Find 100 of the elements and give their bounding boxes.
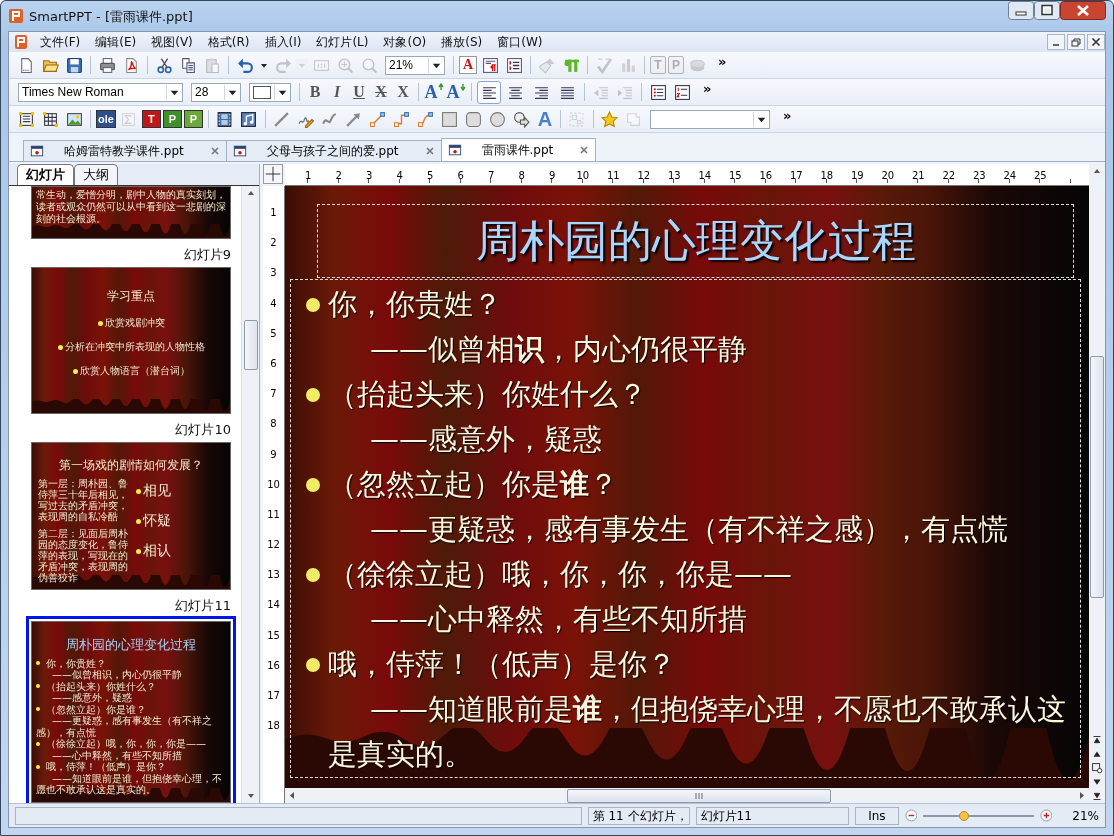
grow-font-button[interactable]: A [424,82,444,102]
slide-thumbnail[interactable]: 常生动，爱憎分明，剧中人物的真实刻划，读者或观众仍然可以从中看到这一悲剧的深刻的社会根源。 [31,186,231,240]
table-icon[interactable] [41,110,59,128]
underline-button[interactable]: U [349,82,369,102]
slide-thumbnail[interactable]: 学习重点 欣赏戏剧冲突 分析在冲突中所表现的人物性格 欣赏人物语言（潜台词） [31,267,231,415]
font-color-button[interactable]: A [459,56,477,74]
ellipse-icon[interactable] [489,110,507,128]
menu-item[interactable]: 文件(F) [35,32,86,52]
slide-canvas[interactable]: 周朴园的心理变化过程 你，你贵姓？ ——似曾相识，内心仍很平静 （抬起头来）你姓什么？ ——感意外，疑惑 （忽然立起）你是谁？ ——更疑惑，感有事发生（有不祥之感），有点慌 （徐徐立起）哦，你，你，你是—— ——心中释然，有些不知所措 哦，侍萍！（低声）是你？ ——知道眼前是谁，但抱侥幸心理，不愿也不敢承认这是真实的。 [285,186,1089,788]
ruler-number: 16 [267,658,280,673]
strikethrough-button[interactable]: X [371,82,391,102]
zoom-slider-thumb[interactable] [959,810,970,821]
shapes-icon[interactable] [513,110,531,128]
close-icon[interactable] [424,146,435,156]
scrollbar-thumb[interactable] [567,788,831,803]
slide-title: 第一场戏的剧情如何发展？ [59,457,203,475]
menu-item[interactable]: 格式(R) [202,32,255,52]
save-icon[interactable] [65,56,83,74]
ruler-number: 4 [395,168,404,181]
scrollbar-thumb[interactable] [1090,356,1104,598]
close-button[interactable] [1087,34,1105,50]
font-size-field[interactable]: 28 [191,82,241,102]
printer-icon[interactable] [98,56,116,74]
menu-item[interactable]: 编辑(E) [90,32,142,52]
music-note-icon[interactable] [240,110,258,128]
document-tab[interactable]: 哈姆雷特教学课件.ppt [23,140,227,161]
connector-icon[interactable] [369,110,387,128]
panel-tab[interactable]: 大纲 [74,164,118,185]
close-icon[interactable] [579,145,590,155]
menu-item[interactable]: 插入(I) [259,32,307,52]
paragraph-icon[interactable] [481,56,499,74]
outline-list-icon[interactable] [505,56,523,74]
bullet-dot [57,344,63,350]
fill-color-picker[interactable] [249,82,291,102]
document-tab[interactable]: 父母与孩子之间的爱.ppt [225,140,442,161]
ruler-number: 25 [1032,168,1048,181]
more-tools-button[interactable]: » [718,53,727,69]
slide-bullet: 哦，侍萍！（低声）是你？ [328,646,676,683]
bullet-dot [97,320,103,326]
close-icon[interactable] [209,146,220,156]
status-text: Ins [855,806,899,825]
bullet-dot [36,684,40,689]
letter-tile-button[interactable]: T [141,110,161,128]
panel-tab[interactable]: 幻灯片 [17,164,74,185]
undo-icon[interactable] [236,56,254,74]
star-icon[interactable] [601,110,619,128]
image-icon[interactable] [65,110,83,128]
ruler-number: 16 [758,168,774,181]
arrow-icon[interactable] [345,110,363,128]
menu-item[interactable]: 视图(V) [146,32,198,52]
ruler-number: 24 [1002,168,1018,181]
font-name-field[interactable]: Times New Roman [18,82,183,102]
restore-button[interactable] [1067,34,1085,50]
curved-connector-icon[interactable] [417,110,435,128]
document-menu-icon[interactable] [13,34,29,50]
body-placeholder[interactable]: 你，你贵姓？ ——似曾相识，内心仍很平静 （抬起头来）你姓什么？ ——感意外，疑惑 （忽然立起）你是谁？ ——更疑惑，感有事发生（有不祥之感），有点慌 （徐徐立起）哦，你，你，你是—— ——心中释然，有些不知所措 哦，侍萍！（低声）是你？ ——知道眼前是谁，但抱侥幸心理，不愿也不敢承认这是真实的。 [290,279,1081,778]
menu-item[interactable]: 对象(O) [378,32,432,52]
ruler-origin-icon[interactable] [263,164,283,184]
ruler-number: 12 [636,168,652,181]
more-tools-button[interactable]: » [782,107,792,123]
document-icon [30,144,44,158]
clear-format-button[interactable]: X [393,82,413,102]
title-placeholder[interactable]: 周朴园的心理变化过程 [317,204,1074,278]
letter-tile-button[interactable]: ole [96,110,116,128]
menu-item[interactable]: 播放(S) [436,32,488,52]
elbow-connector-icon[interactable] [393,110,411,128]
copy-icon[interactable] [179,56,197,74]
text-box-icon[interactable] [17,110,35,128]
scissors-icon[interactable] [155,56,173,74]
ruler-number: 15 [727,168,743,181]
menu-item[interactable]: 幻灯片(L) [311,32,374,52]
document-tab[interactable]: 雷雨课件.ppt [440,138,597,161]
rounded-rectangle-icon[interactable] [465,110,483,128]
letter-tile-button[interactable]: P [162,110,182,128]
word-art-button[interactable]: A [534,109,555,129]
scrollbar-thumb[interactable] [243,320,258,370]
select-object-icon[interactable] [1089,761,1105,775]
ruler-number: 11 [605,168,621,181]
style-field[interactable] [649,109,770,129]
numbered-list-icon[interactable] [673,83,691,101]
shrink-font-button[interactable]: A [446,82,466,102]
minimize-button[interactable] [1047,34,1065,50]
zoom-field[interactable]: 21% [385,55,445,75]
line-icon[interactable] [273,110,291,128]
alignment-button[interactable] [477,80,501,104]
bold-button[interactable]: B [305,82,325,102]
film-icon[interactable] [216,110,234,128]
bullet-list-icon[interactable] [649,83,667,101]
menu-item[interactable]: 窗口(W) [492,32,548,52]
bullet-dot [136,548,141,554]
italic-button[interactable]: I [327,82,347,102]
zoom-in-icon[interactable] [1039,809,1053,822]
slide-bullet: （徐徐立起）哦，你，你，你是—— [328,556,792,593]
bullet-dot [36,661,40,666]
slide-thumbnail[interactable]: 第一场戏的剧情如何发展？ 第一层：周朴园、鲁侍萍三十年后相见，写过去的矛盾冲突，表现周的自私冷酷 第二层：见面后周朴园的态度变化，鲁侍萍的表现，写现在的矛盾冲突，表现周的伪善狡诈 相见 怀疑 相认 [31,442,231,590]
close-button[interactable] [1060,1,1106,20]
maximize-button[interactable] [1034,1,1060,20]
rectangle-icon[interactable] [441,110,459,128]
zoom-out-icon[interactable] [904,809,918,822]
more-tools-button[interactable]: » [703,80,712,96]
